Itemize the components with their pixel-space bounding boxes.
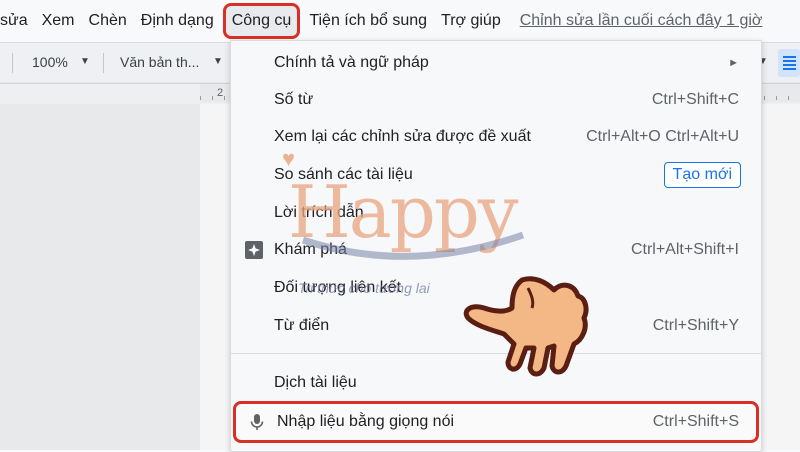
last-edit-link[interactable]: Chỉnh sửa lần cuối cách đây 1 giờ — [520, 12, 763, 30]
menu-item-label: Đối tượng liên kết — [274, 279, 402, 296]
menu-addons[interactable]: Tiện ích bổ sung — [302, 0, 434, 42]
menu-item-explore[interactable]: Khám phá Ctrl+Alt+Shift+I — [231, 232, 761, 268]
menu-item-label: Số từ — [274, 91, 314, 108]
new-badge: Tạo mới — [663, 162, 741, 188]
explore-sparkle-icon — [245, 241, 263, 259]
zoom-caret-icon[interactable]: ▼ — [80, 56, 90, 67]
submenu-arrow-icon: ► — [728, 57, 739, 69]
menu-item-label: Lời trích dẫn — [274, 204, 364, 221]
menu-edit[interactable]: sửa — [0, 0, 35, 42]
toolbar-divider — [103, 53, 104, 73]
menu-format[interactable]: Định dạng — [134, 0, 221, 42]
menu-item-compare-documents[interactable]: So sánh các tài liệu Tạo mới — [231, 157, 761, 193]
menu-item-voice-typing[interactable]: Nhập liệu bằng giọng nói Ctrl+Shift+S — [233, 401, 759, 443]
menu-item-label: Dịch tài liệu — [274, 374, 357, 391]
menu-item-label: Chính tả và ngữ pháp — [274, 54, 429, 71]
menu-item-spelling-grammar[interactable]: Chính tả và ngữ pháp ► — [231, 45, 761, 81]
microphone-icon — [250, 414, 264, 430]
menu-item-shortcut: Ctrl+Shift+S — [652, 413, 739, 430]
paragraph-style-select[interactable]: Văn bản th... — [120, 54, 199, 70]
pointing-hand-icon — [463, 276, 589, 377]
menu-item-shortcut: Ctrl+Alt+Shift+I — [630, 241, 739, 258]
menu-insert[interactable]: Chèn — [82, 0, 134, 42]
menu-item-label: Từ điển — [274, 317, 330, 334]
menu-item-review-suggested-edits[interactable]: Xem lại các chỉnh sửa được đề xuất Ctrl+… — [231, 119, 761, 155]
toolbar-divider — [12, 53, 13, 73]
menu-bar: sửa Xem Chèn Định dạng Công cụ Tiện ích … — [0, 0, 800, 42]
menu-item-shortcut: Ctrl+Shift+Y — [652, 317, 739, 334]
align-left-button[interactable] — [778, 49, 800, 77]
tools-menu: Chính tả và ngữ pháp ► Số từ Ctrl+Shift+… — [230, 40, 762, 452]
menu-item-citations[interactable]: Lời trích dẫn — [231, 195, 761, 231]
menu-item-shortcut: Ctrl+Alt+O Ctrl+Alt+U — [586, 128, 739, 145]
menu-item-word-count[interactable]: Số từ Ctrl+Shift+C — [231, 82, 761, 118]
menu-help[interactable]: Trợ giúp — [434, 0, 508, 42]
zoom-select[interactable]: 100% — [32, 54, 68, 70]
menu-view[interactable]: Xem — [35, 0, 82, 42]
menu-item-label: So sánh các tài liệu — [274, 166, 413, 183]
menu-item-label: Xem lại các chỉnh sửa được đề xuất — [274, 128, 531, 145]
style-caret-icon[interactable]: ▼ — [213, 56, 223, 67]
menu-item-shortcut: Ctrl+Shift+C — [651, 91, 739, 108]
menu-tools[interactable]: Công cụ — [222, 3, 301, 39]
menu-item-label: Khám phá — [274, 241, 347, 258]
menu-item-label: Nhập liệu bằng giọng nói — [277, 413, 455, 430]
